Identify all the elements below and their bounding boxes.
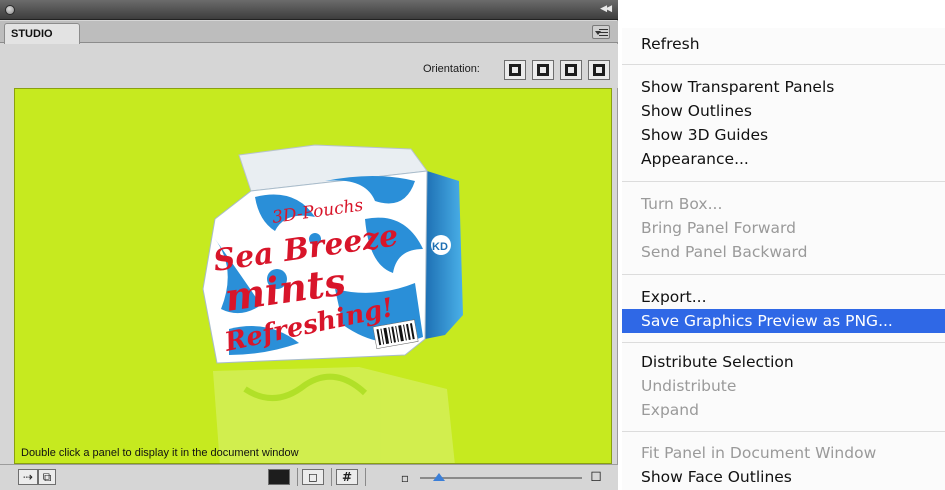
menu-item-fit-panel: Fit Panel in Document Window: [641, 444, 877, 462]
zoom-out-icon[interactable]: ▫: [398, 471, 412, 485]
orientation-toolbar: Orientation:: [0, 44, 618, 88]
menu-item-save-graphics-preview-png[interactable]: Save Graphics Preview as PNG...: [622, 309, 945, 333]
pouch-side-face: [425, 171, 463, 339]
panel-bottom-toolbar: ⇢ ⧉ ◻ # ▫ ◻: [0, 464, 618, 490]
menu-item-distribute-selection[interactable]: Distribute Selection: [622, 350, 945, 374]
menu-item-undistribute: Undistribute: [641, 377, 737, 395]
menu-item-show-transparent-panels[interactable]: Show Transparent Panels: [622, 75, 945, 99]
menu-lines-icon: [599, 29, 608, 30]
duplicate-icon[interactable]: ⧉: [38, 469, 56, 485]
mint-pouch-3d-render[interactable]: 3D-Pouchs Sea Breeze mints Refreshing! K…: [15, 89, 612, 464]
menu-item-expand: Expand: [641, 401, 699, 419]
collapse-icon[interactable]: ◀◀: [600, 4, 612, 14]
zoom-slider-thumb[interactable]: [433, 473, 446, 481]
cube-outline-icon[interactable]: ◻: [302, 469, 324, 485]
render-mode-icon[interactable]: [268, 469, 290, 485]
menu-item-send-panel-backward: Send Panel Backward: [641, 243, 808, 261]
orientation-side-icon: [537, 64, 549, 76]
status-hint: Double click a panel to display it in th…: [21, 447, 299, 459]
panel-menu-button[interactable]: [592, 25, 610, 39]
orientation-right-button[interactable]: [588, 60, 610, 80]
menu-item-appearance[interactable]: Appearance...: [622, 147, 945, 171]
orientation-front-button[interactable]: [504, 60, 526, 80]
orientation-side-button[interactable]: [532, 60, 554, 80]
panel-context-menu: Refresh Show Transparent Panels Show Out…: [622, 28, 945, 490]
zoom-in-icon[interactable]: ◻: [588, 469, 604, 483]
tab-studio[interactable]: STUDIO: [4, 23, 80, 44]
close-icon[interactable]: [5, 5, 15, 15]
orientation-label: Orientation:: [423, 63, 480, 75]
3d-preview-viewport[interactable]: 3D-Pouchs Sea Breeze mints Refreshing! K…: [14, 88, 612, 464]
panel-title-bar[interactable]: ◀◀: [0, 0, 618, 20]
menu-item-show-3d-guides[interactable]: Show 3D Guides: [622, 123, 945, 147]
new-panel-icon[interactable]: ⇢: [18, 469, 38, 485]
studio-panel: ◀◀ STUDIO Orientation: 3D-Pouchs Sea Bre…: [0, 0, 618, 490]
menu-item-show-face-outlines[interactable]: Show Face Outlines: [622, 465, 945, 489]
orientation-right-icon: [593, 64, 605, 76]
menu-item-refresh[interactable]: Refresh: [622, 32, 945, 56]
grid-icon[interactable]: #: [336, 469, 358, 485]
orientation-top-button[interactable]: [560, 60, 582, 80]
menu-item-show-outlines[interactable]: Show Outlines: [622, 99, 945, 123]
menu-item-export[interactable]: Export...: [622, 285, 945, 309]
orientation-front-icon: [509, 64, 521, 76]
tab-row: STUDIO: [0, 21, 618, 44]
orientation-top-icon: [565, 64, 577, 76]
pouch-logo-text: KD: [432, 241, 448, 253]
menu-item-turn-box: Turn Box...: [641, 195, 723, 213]
menu-item-bring-panel-forward: Bring Panel Forward: [641, 219, 796, 237]
